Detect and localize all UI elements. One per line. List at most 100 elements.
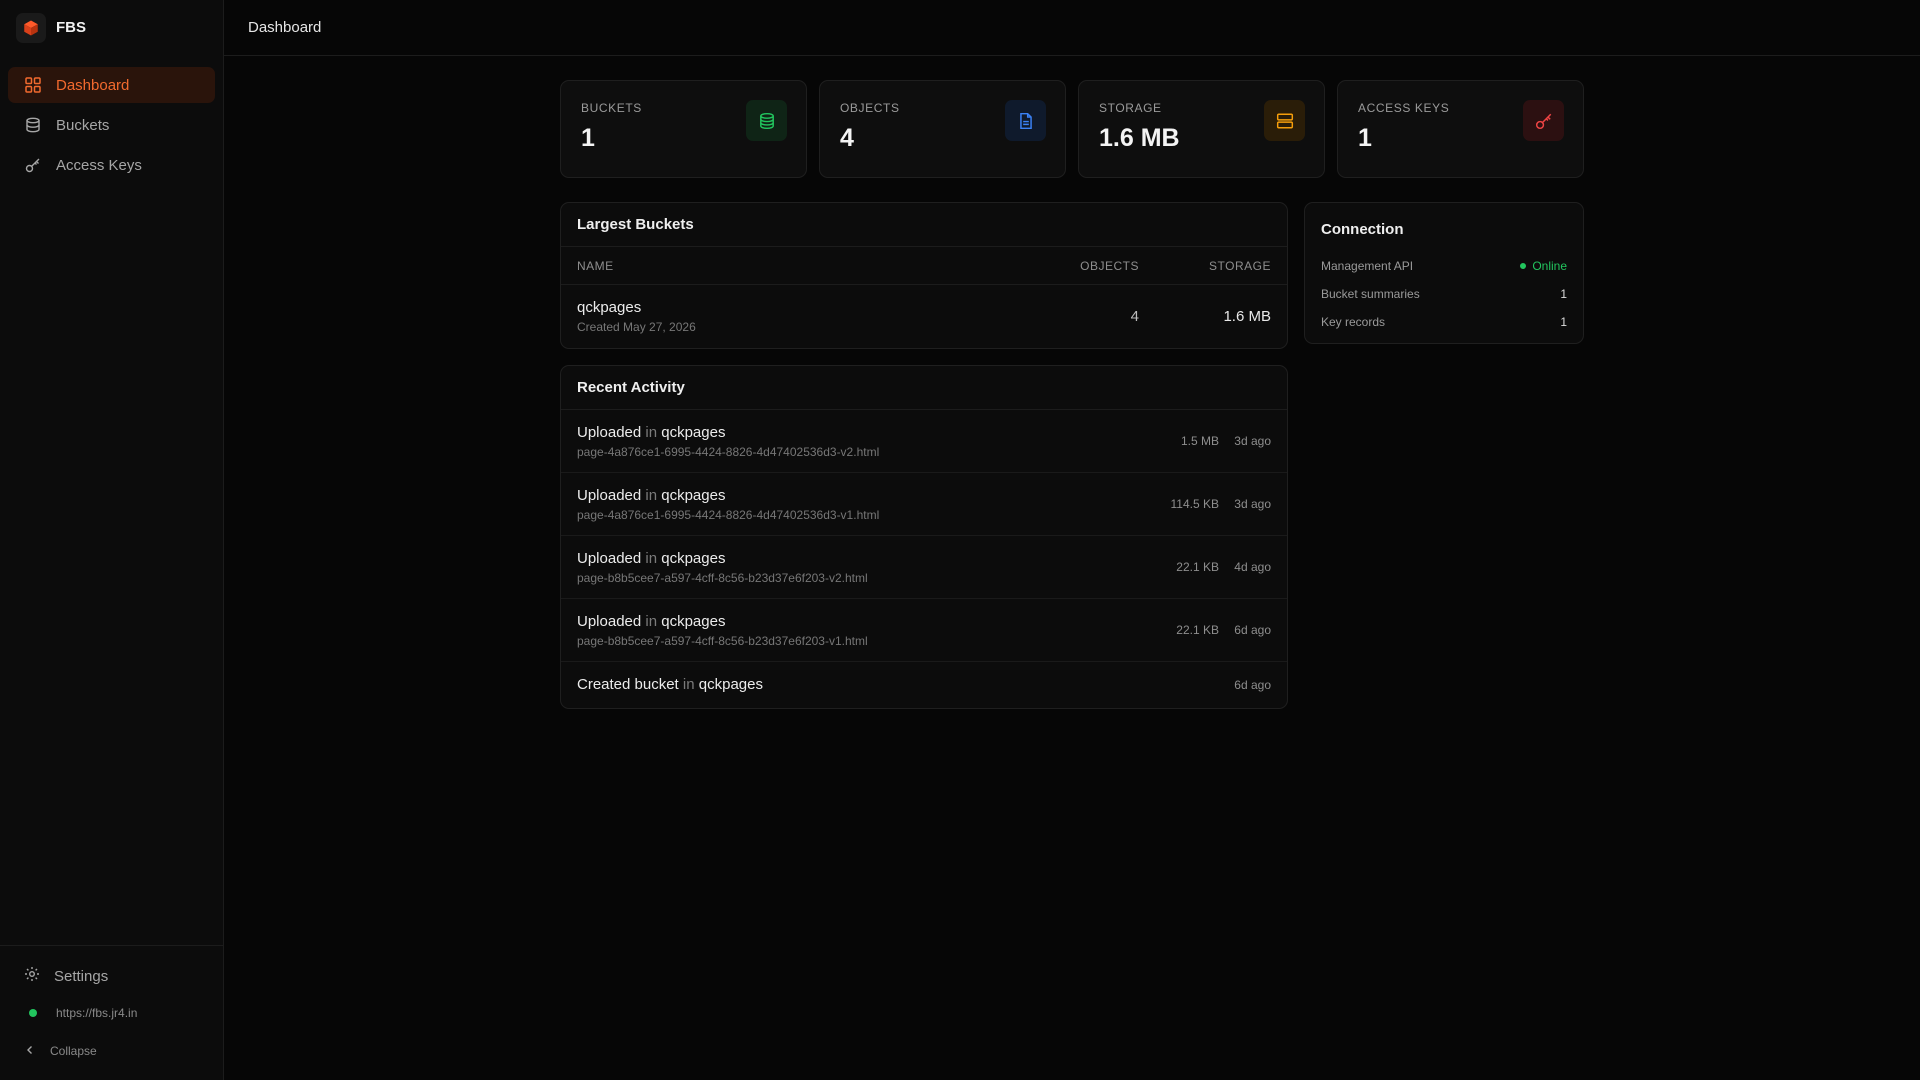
activity-in: in — [682, 676, 695, 693]
sidebar-item-dashboard[interactable]: Dashboard — [8, 67, 215, 103]
stat-card-access-keys: ACCESS KEYS 1 — [1337, 80, 1584, 178]
gear-icon — [24, 966, 40, 986]
main: Dashboard BUCKETS 1 OBJECTS 4 STORAGE 1.… — [224, 0, 1920, 1080]
server-icon — [1264, 100, 1305, 141]
activity-action: Uploaded — [577, 549, 642, 567]
activity-main: Uploaded in qckpages page-4a876ce1-6995-… — [577, 487, 1139, 522]
dashboard-content: BUCKETS 1 OBJECTS 4 STORAGE 1.6 MB ACCES… — [224, 56, 1920, 1080]
activity-main: Uploaded in qckpages page-4a876ce1-6995-… — [577, 424, 1139, 459]
sidebar-item-label: Access Keys — [56, 156, 142, 174]
app-root: FBS Dashboard Buckets Access Keys Settin… — [0, 0, 1920, 1080]
key-icon — [1523, 100, 1564, 141]
file-icon — [1005, 100, 1046, 141]
sidebar-item-buckets[interactable]: Buckets — [8, 107, 215, 143]
activity-line: Uploaded in qckpages — [577, 487, 1139, 504]
table-row[interactable]: qckpages Created May 27, 2026 4 1.6 MB — [561, 285, 1287, 348]
activity-main: Uploaded in qckpages page-b8b5cee7-a597-… — [577, 550, 1139, 585]
activity-action: Created bucket — [577, 676, 679, 693]
activity-bucket: qckpages — [661, 612, 726, 630]
activity-file: page-b8b5cee7-a597-4cff-8c56-b23d37e6f20… — [577, 633, 868, 648]
stat-card-storage: STORAGE 1.6 MB — [1078, 80, 1325, 178]
activity-action: Uploaded — [577, 486, 642, 504]
sidebar-item-access-keys[interactable]: Access Keys — [8, 147, 215, 183]
sidebar: FBS Dashboard Buckets Access Keys Settin… — [0, 0, 224, 1080]
status-dot — [29, 1009, 37, 1017]
activity-size: 22.1 KB — [1176, 623, 1219, 637]
settings-button[interactable]: Settings — [8, 958, 215, 994]
sidebar-item-label: Buckets — [56, 116, 110, 134]
connection-label: Key records — [1321, 315, 1386, 329]
bucket-storage: 1.6 MB — [1223, 308, 1271, 325]
column-header-storage: STORAGE — [1209, 258, 1271, 273]
grid-icon — [24, 76, 42, 94]
activity-bucket: qckpages — [661, 486, 726, 504]
card-title: Largest Buckets — [561, 203, 1287, 247]
stats-row: BUCKETS 1 OBJECTS 4 STORAGE 1.6 MB ACCES… — [560, 80, 1584, 178]
key-icon — [24, 156, 42, 174]
column-header-objects: OBJECTS — [1080, 258, 1139, 273]
sidebar-footer: Settings https://fbs.jr4.in Collapse — [0, 945, 223, 1080]
activity-time: 4d ago — [1234, 560, 1271, 574]
page-title: Dashboard — [248, 19, 322, 36]
list-item[interactable]: Created bucket in qckpages 6d ago — [561, 662, 1287, 707]
activity-time: 3d ago — [1234, 434, 1271, 448]
database-icon — [24, 116, 42, 134]
online-dot-icon — [1520, 263, 1527, 269]
activity-in: in — [645, 423, 658, 441]
activity-file: page-b8b5cee7-a597-4cff-8c56-b23d37e6f20… — [577, 570, 868, 585]
collapse-label: Collapse — [50, 1044, 97, 1058]
activity-action: Uploaded — [577, 423, 642, 441]
activity-line: Uploaded in qckpages — [577, 550, 1139, 567]
largest-buckets-card: Largest Buckets NAME OBJECTS STORAGE qck… — [560, 202, 1288, 349]
activity-size: 1.5 MB — [1180, 434, 1219, 448]
bucket-created: Created May 27, 2026 — [577, 320, 696, 334]
connection-row-management-api: Management API Online — [1321, 252, 1567, 280]
column-header-name: NAME — [577, 258, 614, 273]
activity-line: Created bucket in qckpages — [577, 676, 1219, 693]
activity-bucket: qckpages — [661, 423, 726, 441]
settings-label: Settings — [54, 967, 109, 985]
connection-value: 1 — [1560, 315, 1567, 329]
activity-in: in — [645, 549, 658, 567]
server-url-text: https://fbs.jr4.in — [56, 1006, 138, 1020]
app-name: FBS — [56, 19, 86, 36]
activity-file: page-4a876ce1-6995-4424-8826-4d47402536d… — [577, 507, 880, 522]
activity-main: Uploaded in qckpages page-b8b5cee7-a597-… — [577, 613, 1139, 648]
activity-time: 6d ago — [1234, 677, 1271, 692]
activity-file: page-4a876ce1-6995-4424-8826-4d47402536d… — [577, 444, 880, 459]
activity-in: in — [645, 486, 658, 504]
activity-size: 22.1 KB — [1176, 560, 1219, 574]
activity-line: Uploaded in qckpages — [577, 613, 1139, 630]
server-url: https://fbs.jr4.in — [8, 994, 215, 1032]
list-item[interactable]: Uploaded in qckpages page-b8b5cee7-a597-… — [561, 599, 1287, 662]
connection-value: 1 — [1560, 287, 1567, 301]
connection-value: Online — [1532, 259, 1567, 273]
stat-card-buckets: BUCKETS 1 — [560, 80, 807, 178]
activity-time: 6d ago — [1234, 623, 1271, 637]
sidebar-nav: Dashboard Buckets Access Keys — [0, 55, 223, 183]
collapse-button[interactable]: Collapse — [8, 1032, 215, 1070]
list-item[interactable]: Uploaded in qckpages page-4a876ce1-6995-… — [561, 410, 1287, 473]
activity-bucket: qckpages — [698, 676, 763, 693]
bucket-name: qckpages — [577, 299, 642, 316]
card-title: Recent Activity — [561, 366, 1287, 410]
connection-row-bucket-summaries: Bucket summaries 1 — [1321, 280, 1567, 308]
activity-time: 3d ago — [1234, 497, 1271, 511]
card-title: Connection — [1321, 221, 1404, 238]
brand[interactable]: FBS — [0, 0, 223, 55]
activity-action: Uploaded — [577, 612, 642, 630]
activity-main: Created bucket in qckpages — [577, 676, 1219, 693]
list-item[interactable]: Uploaded in qckpages page-4a876ce1-6995-… — [561, 473, 1287, 536]
topbar: Dashboard — [224, 0, 1920, 56]
bucket-cell: qckpages Created May 27, 2026 — [577, 299, 1029, 334]
list-item[interactable]: Uploaded in qckpages page-b8b5cee7-a597-… — [561, 536, 1287, 599]
bucket-objects: 4 — [1130, 308, 1139, 325]
status-badge: Online — [1520, 259, 1567, 273]
connection-label: Bucket summaries — [1321, 287, 1420, 301]
activity-line: Uploaded in qckpages — [577, 424, 1139, 441]
connection-card: Connection Management API Online Bucket … — [1304, 202, 1584, 344]
logo-cube-icon — [16, 12, 46, 43]
sidebar-item-label: Dashboard — [56, 76, 130, 94]
stat-card-objects: OBJECTS 4 — [819, 80, 1066, 178]
database-icon — [746, 100, 787, 141]
